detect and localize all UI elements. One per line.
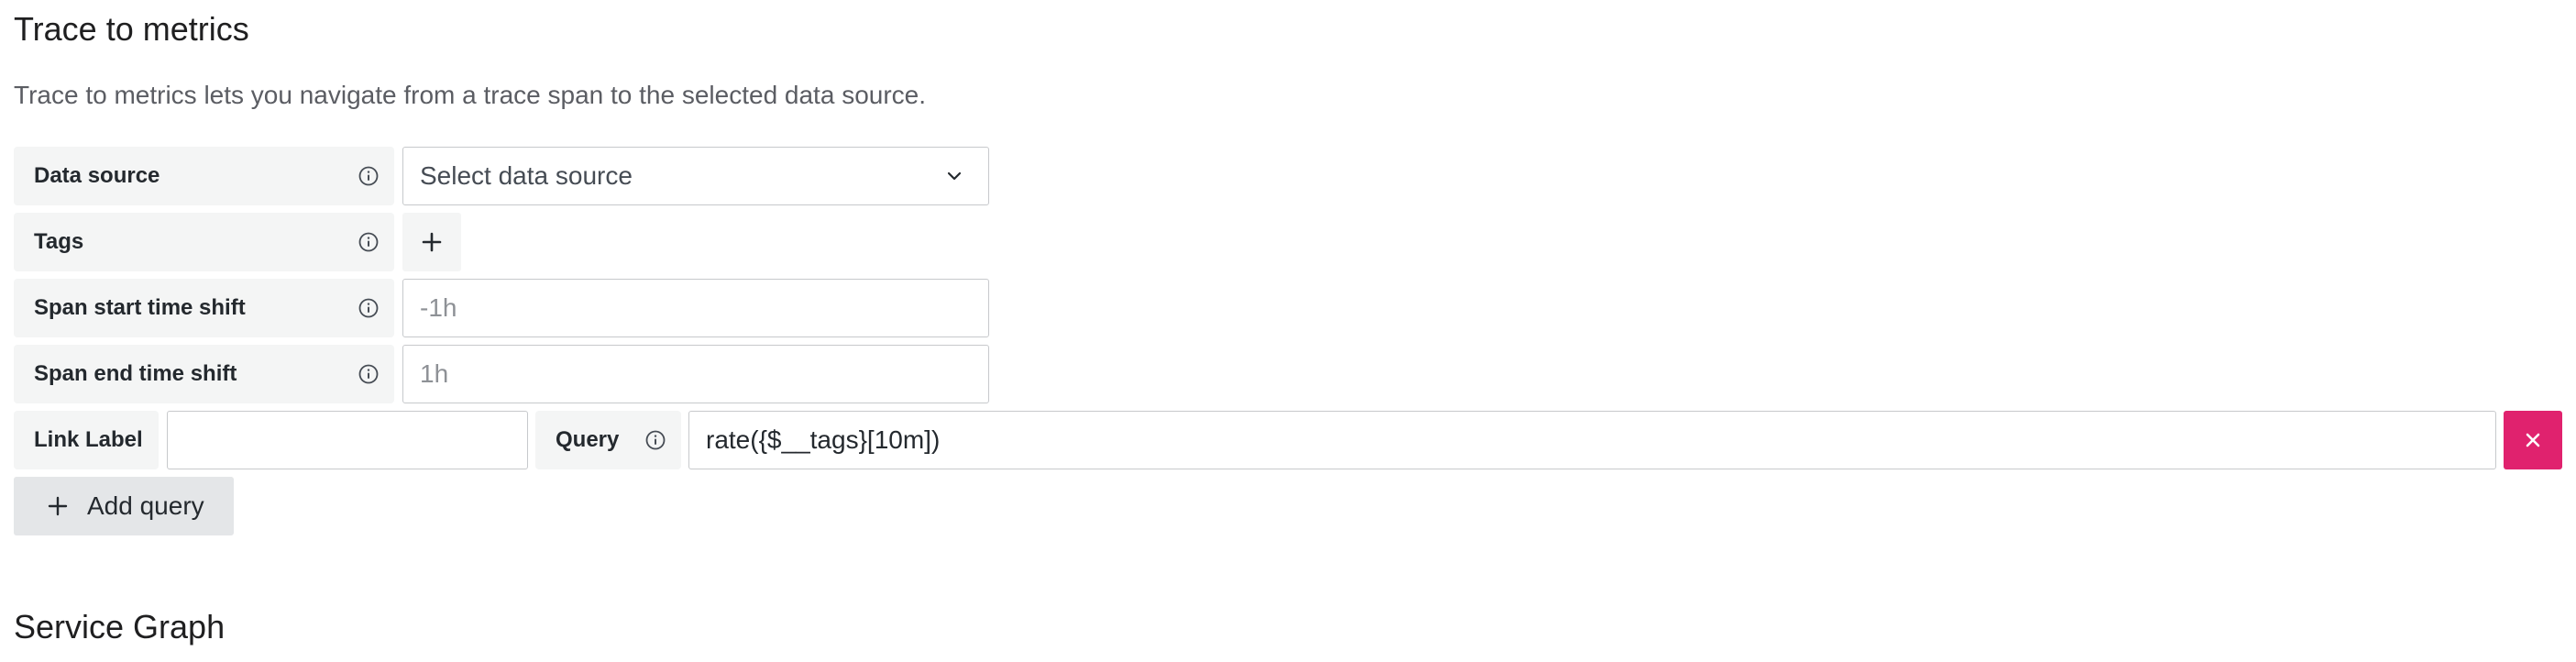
remove-query-button[interactable] bbox=[2504, 411, 2562, 469]
add-tag-button[interactable] bbox=[402, 213, 461, 271]
plus-icon bbox=[47, 495, 69, 517]
link-label: Link Label bbox=[34, 427, 143, 452]
info-icon[interactable] bbox=[358, 363, 380, 385]
span-start-label: Span start time shift bbox=[34, 295, 246, 320]
link-label-box: Link Label bbox=[14, 411, 159, 469]
span-start-input[interactable]: -1h bbox=[402, 279, 989, 337]
plus-icon bbox=[421, 231, 443, 253]
data-source-label: Data source bbox=[34, 163, 160, 188]
info-icon[interactable] bbox=[358, 231, 380, 253]
span-start-placeholder: -1h bbox=[420, 293, 457, 322]
section-description: Trace to metrics lets you navigate from … bbox=[14, 81, 927, 109]
link-label-input[interactable] bbox=[167, 411, 528, 469]
add-query-label: Add query bbox=[87, 491, 204, 520]
chevron-down-icon bbox=[946, 171, 963, 182]
info-icon[interactable] bbox=[644, 429, 666, 451]
tags-label: Tags bbox=[34, 229, 84, 254]
span-end-label: Span end time shift bbox=[34, 361, 237, 386]
tags-label-box: Tags bbox=[14, 213, 394, 271]
section-title-service-graph: Service Graph bbox=[14, 608, 226, 645]
data-source-select-placeholder: Select data source bbox=[420, 161, 633, 190]
span-end-label-box: Span end time shift bbox=[14, 345, 394, 403]
info-icon[interactable] bbox=[358, 165, 380, 187]
query-value: rate({$__tags}[10m]) bbox=[706, 425, 941, 454]
span-start-label-box: Span start time shift bbox=[14, 279, 394, 337]
query-label: Query bbox=[556, 427, 620, 452]
span-end-placeholder: 1h bbox=[420, 359, 449, 388]
close-icon bbox=[2523, 430, 2543, 450]
add-query-button[interactable]: Add query bbox=[14, 477, 234, 535]
query-label-box: Query bbox=[535, 411, 681, 469]
info-icon[interactable] bbox=[358, 297, 380, 319]
data-source-select[interactable]: Select data source bbox=[402, 147, 989, 205]
data-source-label-box: Data source bbox=[14, 147, 394, 205]
query-input[interactable]: rate({$__tags}[10m]) bbox=[688, 411, 2496, 469]
span-end-input[interactable]: 1h bbox=[402, 345, 989, 403]
section-title-trace-to-metrics: Trace to metrics bbox=[14, 10, 249, 48]
